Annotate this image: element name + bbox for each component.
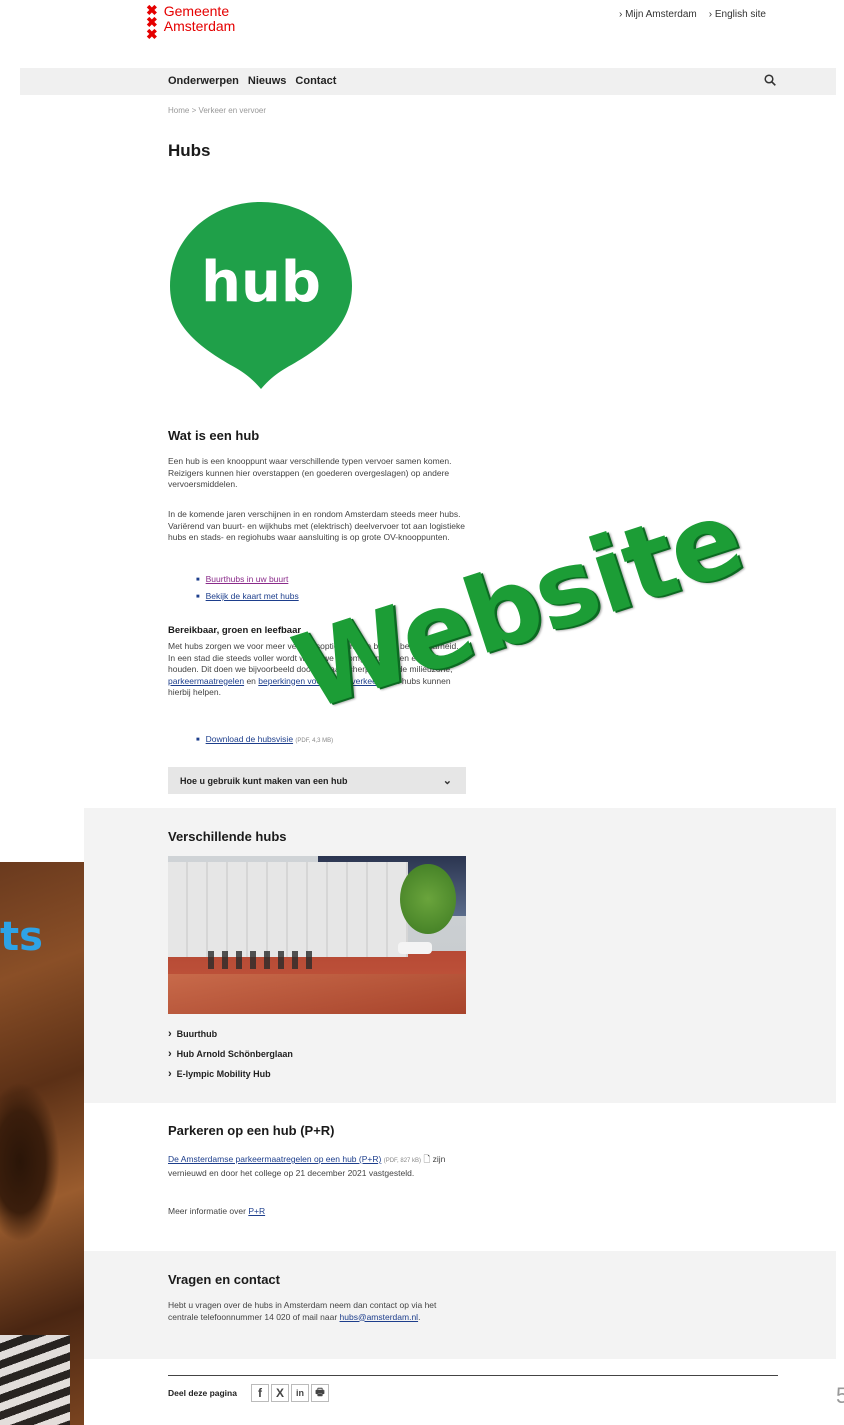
download-list: Download de hubsvisie (PDF, 4,3 MB) <box>196 731 333 749</box>
wat-paragraph-1: Een hub is een knooppunt waar verschille… <box>168 456 452 489</box>
wat-links-list: Buurthubs in uw buurt Bekijk de kaart me… <box>196 571 299 605</box>
link-pr[interactable]: P+R <box>248 1206 265 1216</box>
list-item: Buurthubs in uw buurt <box>196 571 299 588</box>
main-navbar: Onderwerpen Nieuws Contact <box>20 68 836 95</box>
list-item: Bekijk de kaart met hubs <box>196 588 299 605</box>
hub-logo-text: hub <box>201 250 321 315</box>
link-parkeermaatregelen-hub[interactable]: De Amsterdamse parkeermaatregelen op een… <box>168 1154 381 1164</box>
side-photo: ts <box>0 862 84 1425</box>
linkedin-icon[interactable]: in <box>290 1384 309 1402</box>
x-twitter-icon[interactable]: X <box>270 1384 289 1402</box>
top-link-english-site[interactable]: › English site <box>709 9 766 20</box>
link-kaart-met-hubs[interactable]: Bekijk de kaart met hubs <box>206 591 299 601</box>
section-title-wat-is-een-hub: Wat is een hub <box>168 428 260 443</box>
share-bar: Deel deze pagina f X in 🖶 <box>168 1384 331 1402</box>
hub-link-arnold-schonberglaan[interactable]: Hub Arnold Schönberglaan <box>168 1044 293 1064</box>
breadcrumb[interactable]: Home > Verkeer en vervoer <box>168 106 266 115</box>
accordion-gebruik-hub[interactable]: Hoe u gebruik kunt maken van een hub ⌄ <box>168 767 466 794</box>
list-item: Download de hubsvisie (PDF, 4,3 MB) <box>196 731 333 749</box>
section-title-bereikbaar: Bereikbaar, groen en leefbaar <box>168 625 302 636</box>
wat-paragraph-2: In de komende jaren verschijnen in en ro… <box>168 509 466 542</box>
hub-photo <box>168 856 466 1014</box>
andreas-cross-icon: ✖ ✖ ✖ <box>146 2 158 42</box>
top-links: › Mijn Amsterdam › English site <box>619 9 766 20</box>
parkeren-more-info: Meer informatie over P+R <box>168 1206 266 1216</box>
hubs-list: Buurthub Hub Arnold Schönberglaan E-lymp… <box>168 1024 293 1084</box>
accordion-label: Hoe u gebruik kunt maken van een hub <box>180 776 348 786</box>
nav-item-onderwerpen[interactable]: Onderwerpen <box>168 75 239 87</box>
share-label: Deel deze pagina <box>168 1388 237 1398</box>
contact-paragraph: Hebt u vragen over de hubs in Amsterdam … <box>168 1300 437 1322</box>
parkeren-link-meta: (PDF, 827 kB) <box>383 1158 422 1164</box>
logo-name-line1: Gemeente <box>163 3 230 19</box>
nav-item-contact[interactable]: Contact <box>295 75 336 87</box>
page-title: Hubs <box>168 141 211 160</box>
link-download-hubsvisie[interactable]: Download de hubsvisie <box>206 734 293 744</box>
print-icon[interactable]: 🖶 <box>310 1384 329 1402</box>
logo-name-line2: Amsterdam <box>163 18 236 34</box>
top-link-mijn-amsterdam[interactable]: › Mijn Amsterdam <box>619 9 697 20</box>
parkeren-paragraph: De Amsterdamse parkeermaatregelen op een… <box>168 1154 446 1178</box>
facebook-icon[interactable]: f <box>250 1384 269 1402</box>
section-title-verschillende-hubs: Verschillende hubs <box>168 829 287 844</box>
section-title-vragen-contact: Vragen en contact <box>168 1272 280 1287</box>
link-parkeermaatregelen[interactable]: parkeermaatregelen <box>168 676 244 686</box>
link-email-hubs[interactable]: hubs@amsterdam.nl <box>340 1312 419 1322</box>
gemeente-logo[interactable]: ✖ ✖ ✖ Gemeente Amsterdam <box>146 2 236 42</box>
hub-link-buurthub[interactable]: Buurthub <box>168 1024 293 1044</box>
hub-link-elympic-mobility[interactable]: E-lympic Mobility Hub <box>168 1064 293 1084</box>
logo-name: Gemeente Amsterdam <box>164 4 236 40</box>
hub-logo: hub <box>170 202 352 389</box>
nav-item-nieuws[interactable]: Nieuws <box>248 75 287 87</box>
search-icon[interactable] <box>764 74 776 86</box>
chevron-down-icon: ⌄ <box>442 775 452 787</box>
slide-page-number: 5 <box>836 1383 844 1408</box>
link-buurthubs[interactable]: Buurthubs in uw buurt <box>206 574 289 584</box>
download-meta: (PDF, 4,3 MB) <box>295 738 334 744</box>
side-photo-text: ts <box>0 914 43 960</box>
divider <box>168 1375 778 1376</box>
section-title-parkeren: Parkeren op een hub (P+R) <box>168 1123 335 1138</box>
